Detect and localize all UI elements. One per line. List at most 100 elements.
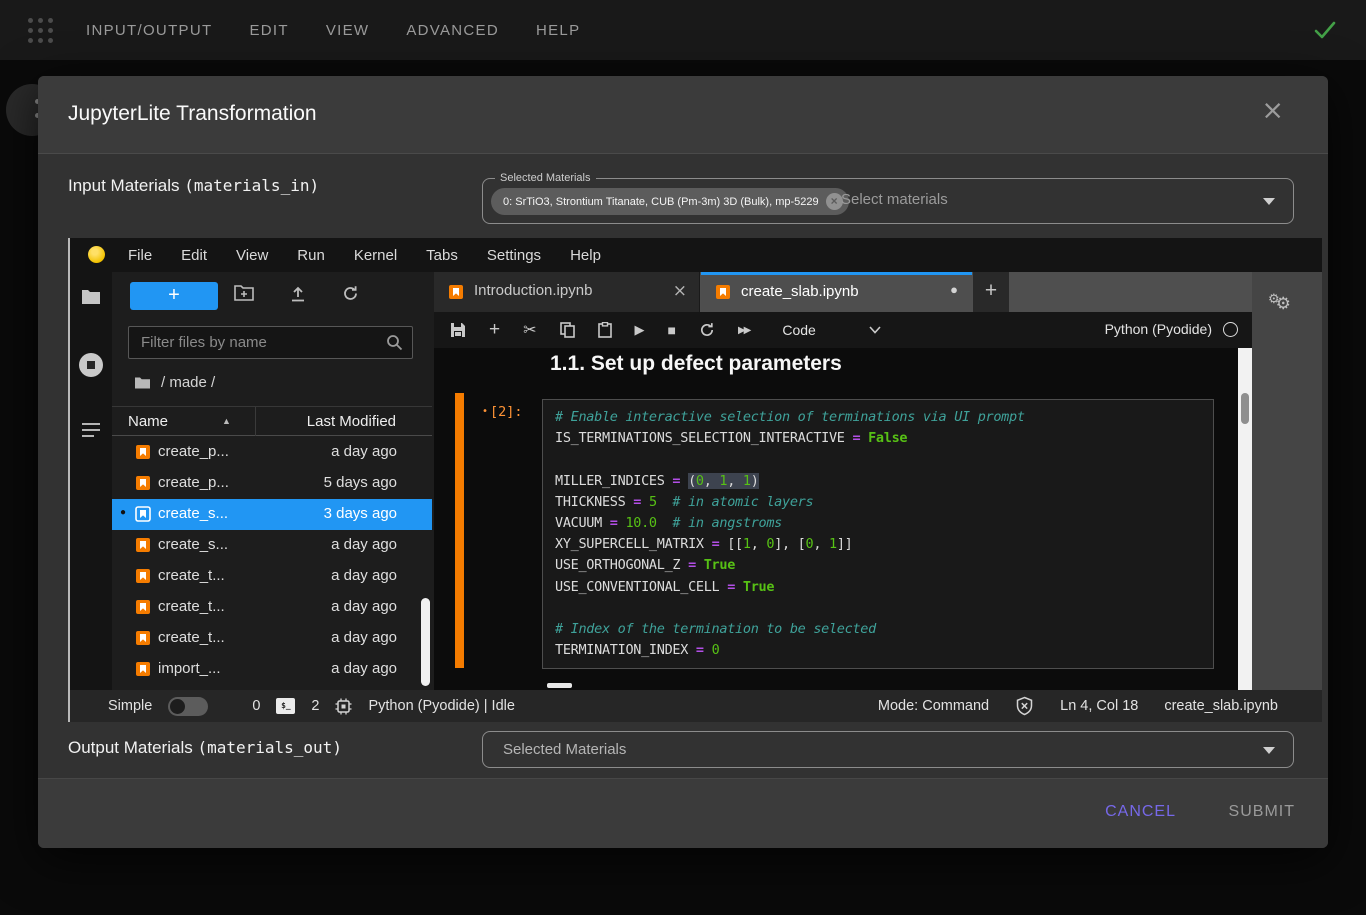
topbar-menu-item[interactable]: EDIT: [249, 22, 288, 39]
file-row[interactable]: create_s...a day ago: [112, 530, 432, 561]
column-name[interactable]: Name: [128, 413, 168, 430]
code-token: 1: [743, 473, 751, 489]
kernel-name[interactable]: Python (Pyodide): [1105, 321, 1212, 337]
property-inspector-icon[interactable]: ⚙⚙: [1268, 290, 1291, 314]
file-modified: a day ago: [331, 598, 397, 615]
cell-type-select[interactable]: Code: [782, 322, 815, 338]
insert-cell-icon[interactable]: +: [489, 319, 500, 341]
mode-indicator[interactable]: Mode: Command: [878, 698, 989, 714]
sort-ascending-icon[interactable]: ▲: [222, 416, 231, 426]
chevron-down-icon[interactable]: [1263, 747, 1275, 754]
code-token: TERMINATION_INDEX: [555, 642, 696, 658]
topbar-menu-item[interactable]: INPUT/OUTPUT: [86, 22, 212, 39]
tab-close-icon[interactable]: ×: [673, 281, 687, 301]
file-row[interactable]: create_p...a day ago: [112, 437, 432, 468]
file-row[interactable]: create_p...5 days ago: [112, 468, 432, 499]
running-sessions-icon[interactable]: [70, 352, 112, 378]
stop-kernel-icon[interactable]: ■: [668, 322, 676, 338]
topbar-menu-item[interactable]: VIEW: [326, 22, 370, 39]
jupyter-menu-item[interactable]: Edit: [181, 247, 207, 264]
app-logo-icon[interactable]: [28, 18, 54, 44]
close-icon[interactable]: ×: [1261, 97, 1284, 124]
simple-mode-toggle[interactable]: [168, 697, 208, 716]
code-line: TERMINATION_INDEX = 0: [555, 640, 1201, 661]
restart-kernel-icon[interactable]: [699, 322, 715, 338]
input-materials-select[interactable]: Selected Materials 0: SrTiO3, Strontium …: [482, 178, 1294, 224]
code-line: MILLER_INDICES = (0, 1, 1): [555, 471, 1201, 492]
file-row[interactable]: create_t...a day ago: [112, 592, 432, 623]
column-last-modified[interactable]: Last Modified: [307, 413, 396, 430]
jupyter-menu-item[interactable]: File: [128, 247, 152, 264]
filter-files-input[interactable]: [141, 327, 371, 358]
code-token: =: [688, 557, 696, 573]
unsaved-dot-icon[interactable]: ●: [950, 282, 958, 297]
notebook-content: 1.1. Set up defect parameters •[2]: # En…: [434, 348, 1252, 690]
code-token: 1: [743, 536, 751, 552]
file-row[interactable]: create_t...a day ago: [112, 561, 432, 592]
code-token: [735, 579, 743, 595]
app-top-bar: INPUT/OUTPUT EDIT VIEW ADVANCED HELP: [0, 0, 1366, 60]
dialog-title: JupyterLite Transformation: [68, 102, 317, 126]
code-token: IS_TERMINATIONS_SELECTION_INTERACTIVE: [555, 430, 852, 446]
jupyterlite-app: File Edit View Run Kernel Tabs Settings Help: [68, 238, 1322, 722]
jupyter-menu-item[interactable]: Settings: [487, 247, 541, 264]
kernel-status-text[interactable]: Python (Pyodide) | Idle: [368, 698, 514, 714]
output-materials-select[interactable]: Selected Materials: [482, 731, 1294, 768]
restart-run-all-icon[interactable]: ▶▶: [738, 325, 749, 336]
code-token: ,: [704, 473, 720, 489]
save-icon[interactable]: [450, 322, 466, 338]
notebook-scrollbar[interactable]: [1238, 348, 1252, 690]
file-row[interactable]: ●create_s...3 days ago: [112, 499, 432, 530]
file-list: create_p...a day agocreate_p...5 days ag…: [112, 437, 432, 685]
material-chip[interactable]: 0: SrTiO3, Strontium Titanate, CUB (Pm-3…: [491, 188, 849, 215]
terminals-count[interactable]: 0: [252, 698, 260, 714]
jupyter-main: +: [70, 272, 1322, 690]
cancel-button[interactable]: CANCEL: [1105, 803, 1176, 821]
run-cell-icon[interactable]: ▶: [635, 322, 645, 338]
cursor-position[interactable]: Ln 4, Col 18: [1060, 698, 1138, 714]
file-row[interactable]: create_t...a day ago: [112, 623, 432, 654]
code-line: [555, 449, 1201, 470]
chevron-down-icon[interactable]: [1263, 198, 1275, 205]
tab-introduction[interactable]: Introduction.ipynb ×: [434, 272, 700, 312]
jupyter-menu-item[interactable]: View: [236, 247, 268, 264]
file-modified: 3 days ago: [324, 505, 397, 522]
app-menu-bar: INPUT/OUTPUT EDIT VIEW ADVANCED HELP: [86, 0, 580, 60]
jupyter-menu-item[interactable]: Help: [570, 247, 601, 264]
active-file-name[interactable]: create_slab.ipynb: [1164, 698, 1278, 714]
new-folder-icon[interactable]: [234, 285, 254, 301]
topbar-menu-item[interactable]: ADVANCED: [406, 22, 499, 39]
file-browser-icon[interactable]: [70, 288, 112, 305]
chevron-down-icon[interactable]: [869, 326, 881, 334]
code-line: VACUUM = 10.0 # in angstroms: [555, 513, 1201, 534]
code-cell-editor[interactable]: # Enable interactive selection of termin…: [542, 399, 1214, 669]
refresh-icon[interactable]: [342, 285, 359, 302]
file-name: create_p...: [158, 474, 229, 491]
upload-icon[interactable]: [290, 285, 306, 302]
submit-button[interactable]: SUBMIT: [1229, 803, 1295, 821]
table-of-contents-icon[interactable]: [70, 422, 112, 438]
jupyter-menu-item[interactable]: Run: [297, 247, 325, 264]
copy-cells-icon[interactable]: [560, 322, 575, 338]
kernel-status-icon[interactable]: [1223, 322, 1238, 337]
cut-cells-icon[interactable]: ✂: [523, 320, 536, 340]
topbar-menu-item[interactable]: HELP: [536, 22, 580, 39]
file-list-scrollbar[interactable]: [421, 598, 430, 686]
paste-cells-icon[interactable]: [598, 322, 612, 338]
scrollbar-thumb[interactable]: [1241, 393, 1249, 424]
tab-create-slab[interactable]: create_slab.ipynb ●: [701, 272, 972, 312]
file-row[interactable]: import_...a day ago: [112, 654, 432, 685]
jupyterlite-transformation-dialog: JupyterLite Transformation × Input Mater…: [38, 76, 1328, 848]
jupyter-menu-item[interactable]: Tabs: [426, 247, 458, 264]
notebook-file-icon: [135, 661, 151, 677]
add-tab-button[interactable]: +: [973, 272, 1009, 312]
notebook-file-icon: [715, 284, 731, 300]
selected-cell-bar[interactable]: [455, 393, 464, 668]
kernels-count[interactable]: 2: [311, 698, 319, 714]
jupyter-menu-item[interactable]: Kernel: [354, 247, 397, 264]
breadcrumb[interactable]: / made /: [134, 374, 215, 391]
file-modified: a day ago: [331, 660, 397, 677]
horizontal-scrollbar-thumb[interactable]: [547, 683, 572, 688]
code-line: THICKNESS = 5 # in atomic layers: [555, 492, 1201, 513]
new-launcher-button[interactable]: +: [130, 282, 218, 310]
